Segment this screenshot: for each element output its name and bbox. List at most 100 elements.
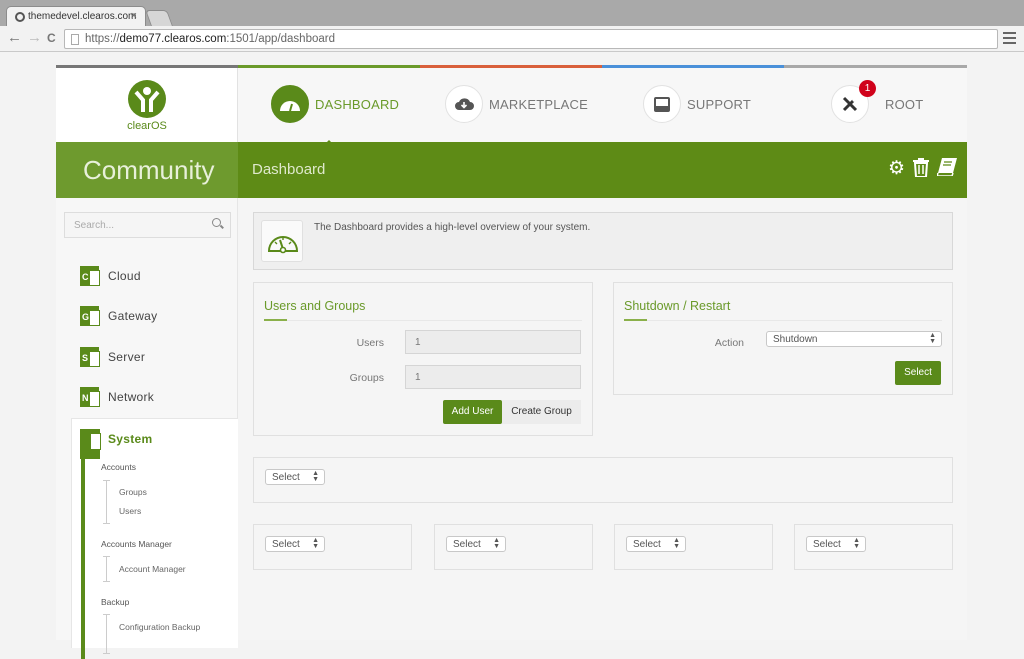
cube-icon [80, 429, 101, 459]
select-arrows-icon: ▲ ▼ [853, 537, 860, 550]
sidebar-system-section: System Accounts Groups Users Accounts Ma… [71, 418, 238, 659]
sidebar-subitem-users[interactable]: Users [119, 506, 141, 516]
browser-toolbar: ← → C https://demo77.clearos.com:1501/ap… [0, 26, 1024, 52]
nav-dashboard[interactable]: DASHBOARD [271, 84, 399, 124]
select-arrows-icon: ▲ ▼ [493, 537, 500, 550]
forward-icon[interactable]: → [27, 30, 42, 46]
widget-panel: Select ▲ ▼ [614, 524, 773, 570]
panel-title: Shutdown / Restart [624, 299, 731, 313]
shutdown-select-button[interactable]: Select [895, 361, 941, 385]
info-text: The Dashboard provides a high-level over… [314, 222, 591, 233]
nav-marketplace[interactable]: MARKETPLACE [445, 84, 588, 124]
nav-root[interactable]: 1 ROOT [831, 80, 924, 124]
tab-title: themedevel.clearos.com [28, 11, 137, 22]
url-path: :1501/app/dashboard [226, 33, 335, 45]
widget-select[interactable]: Select ▲ ▼ [265, 536, 325, 552]
trash-icon[interactable] [913, 158, 929, 183]
nav-label: MARKETPLACE [489, 96, 589, 112]
widget-select[interactable]: Select ▲ ▼ [446, 536, 506, 552]
edition-label: Community [56, 142, 238, 198]
page-icon [71, 34, 79, 45]
new-tab-button[interactable] [145, 10, 173, 26]
logo[interactable]: clearOS [56, 68, 238, 142]
action-select-value: Shutdown [773, 334, 818, 345]
widget-select[interactable]: Select ▲ ▼ [265, 469, 325, 485]
divider [624, 319, 942, 321]
page-banner: Community Dashboard ⚙ [56, 142, 967, 198]
sidebar-item-label: Cloud [108, 269, 141, 283]
browser-menu-icon[interactable] [1003, 32, 1016, 47]
tree-line [103, 556, 110, 582]
address-bar[interactable]: https://demo77.clearos.com:1501/app/dash… [64, 29, 998, 49]
sidebar-item-server[interactable]: S Server [80, 346, 145, 368]
search-placeholder: Search... [74, 220, 115, 231]
search-icon[interactable] [212, 218, 221, 227]
sidebar-item-label: Network [108, 390, 155, 404]
tree-line [103, 614, 110, 654]
users-groups-panel: Users and Groups Users 1 Groups 1 Add Us… [253, 282, 593, 436]
logo-text: clearOS [127, 120, 167, 132]
page-title: Dashboard [252, 161, 326, 178]
sidebar-item-gateway[interactable]: G Gateway [80, 305, 157, 327]
select-arrows-icon: ▲ ▼ [673, 537, 680, 550]
select-arrows-icon: ▲ ▼ [312, 537, 319, 550]
sidebar-item-system[interactable]: System [108, 432, 153, 446]
sidebar-group-heading[interactable]: Backup [101, 597, 129, 607]
tools-icon: 1 [831, 80, 876, 123]
book-icon[interactable] [935, 158, 957, 183]
sidebar-group-heading[interactable]: Accounts [101, 462, 136, 472]
notification-badge: 1 [859, 80, 876, 97]
back-icon[interactable]: ← [7, 30, 22, 46]
users-count-field: 1 [405, 330, 581, 354]
sidebar-item-cloud[interactable]: C Cloud [80, 265, 141, 287]
favicon-icon [15, 12, 25, 22]
divider [264, 319, 582, 321]
url-host: demo77.clearos.com [119, 33, 227, 45]
groups-count-field: 1 [405, 365, 581, 389]
url-prefix: https:// [85, 33, 120, 45]
widget-panel: Select ▲ ▼ [794, 524, 953, 570]
top-header: clearOS DASHBOARD MARKETPLACE SUPPORT 1 [56, 68, 967, 145]
cube-icon: G [80, 306, 100, 326]
info-box: The Dashboard provides a high-level over… [253, 212, 953, 270]
nav-support[interactable]: SUPPORT [643, 84, 751, 124]
sidebar-subitem-configuration-backup[interactable]: Configuration Backup [119, 622, 200, 632]
action-label: Action [714, 337, 744, 349]
widget-select[interactable]: Select ▲ ▼ [626, 536, 686, 552]
cube-icon: N [80, 387, 100, 407]
widget-select[interactable]: Select ▲ ▼ [806, 536, 866, 552]
cube-icon: S [80, 347, 100, 367]
widget-panel: Select ▲ ▼ [253, 524, 412, 570]
active-indicator [81, 429, 85, 659]
browser-tab[interactable]: themedevel.clearos.com × [6, 6, 146, 27]
add-user-button[interactable]: Add User [443, 400, 502, 424]
action-select[interactable]: Shutdown ▲ ▼ [766, 331, 942, 347]
nav-label: ROOT [885, 96, 924, 112]
sidebar-item-network[interactable]: N Network [80, 386, 154, 408]
tab-close-icon[interactable]: × [131, 10, 137, 22]
cloud-download-icon [445, 85, 483, 123]
panel-title: Users and Groups [264, 299, 366, 313]
sidebar-item-label: Gateway [108, 309, 158, 323]
cube-icon: C [80, 266, 100, 286]
widget-panel: Select ▲ ▼ [434, 524, 593, 570]
users-label: Users [356, 337, 384, 349]
select-arrows-icon: ▲ ▼ [929, 332, 936, 345]
groups-label: Groups [349, 372, 384, 384]
sidebar-subitem-account-manager[interactable]: Account Manager [119, 564, 186, 574]
shutdown-restart-panel: Shutdown / Restart Action Shutdown ▲ ▼ Se… [613, 282, 953, 395]
sidebar-search-input[interactable]: Search... [64, 212, 231, 238]
sidebar: Search... C Cloud G Gateway S Server N N… [56, 198, 238, 659]
gear-icon[interactable]: ⚙ [888, 158, 905, 183]
clearos-logo-icon [128, 80, 166, 118]
tree-line [103, 480, 110, 524]
inbox-icon [643, 85, 681, 123]
create-group-button[interactable]: Create Group [502, 400, 581, 424]
sidebar-group-heading[interactable]: Accounts Manager [101, 539, 172, 549]
nav-label: SUPPORT [687, 96, 752, 112]
dashboard-gauge-icon [261, 220, 303, 262]
app-page: clearOS DASHBOARD MARKETPLACE SUPPORT 1 [56, 65, 967, 659]
reload-icon[interactable]: C [47, 30, 56, 46]
widget-panel-wide: Select ▲ ▼ [253, 457, 953, 503]
sidebar-subitem-groups[interactable]: Groups [119, 487, 147, 497]
